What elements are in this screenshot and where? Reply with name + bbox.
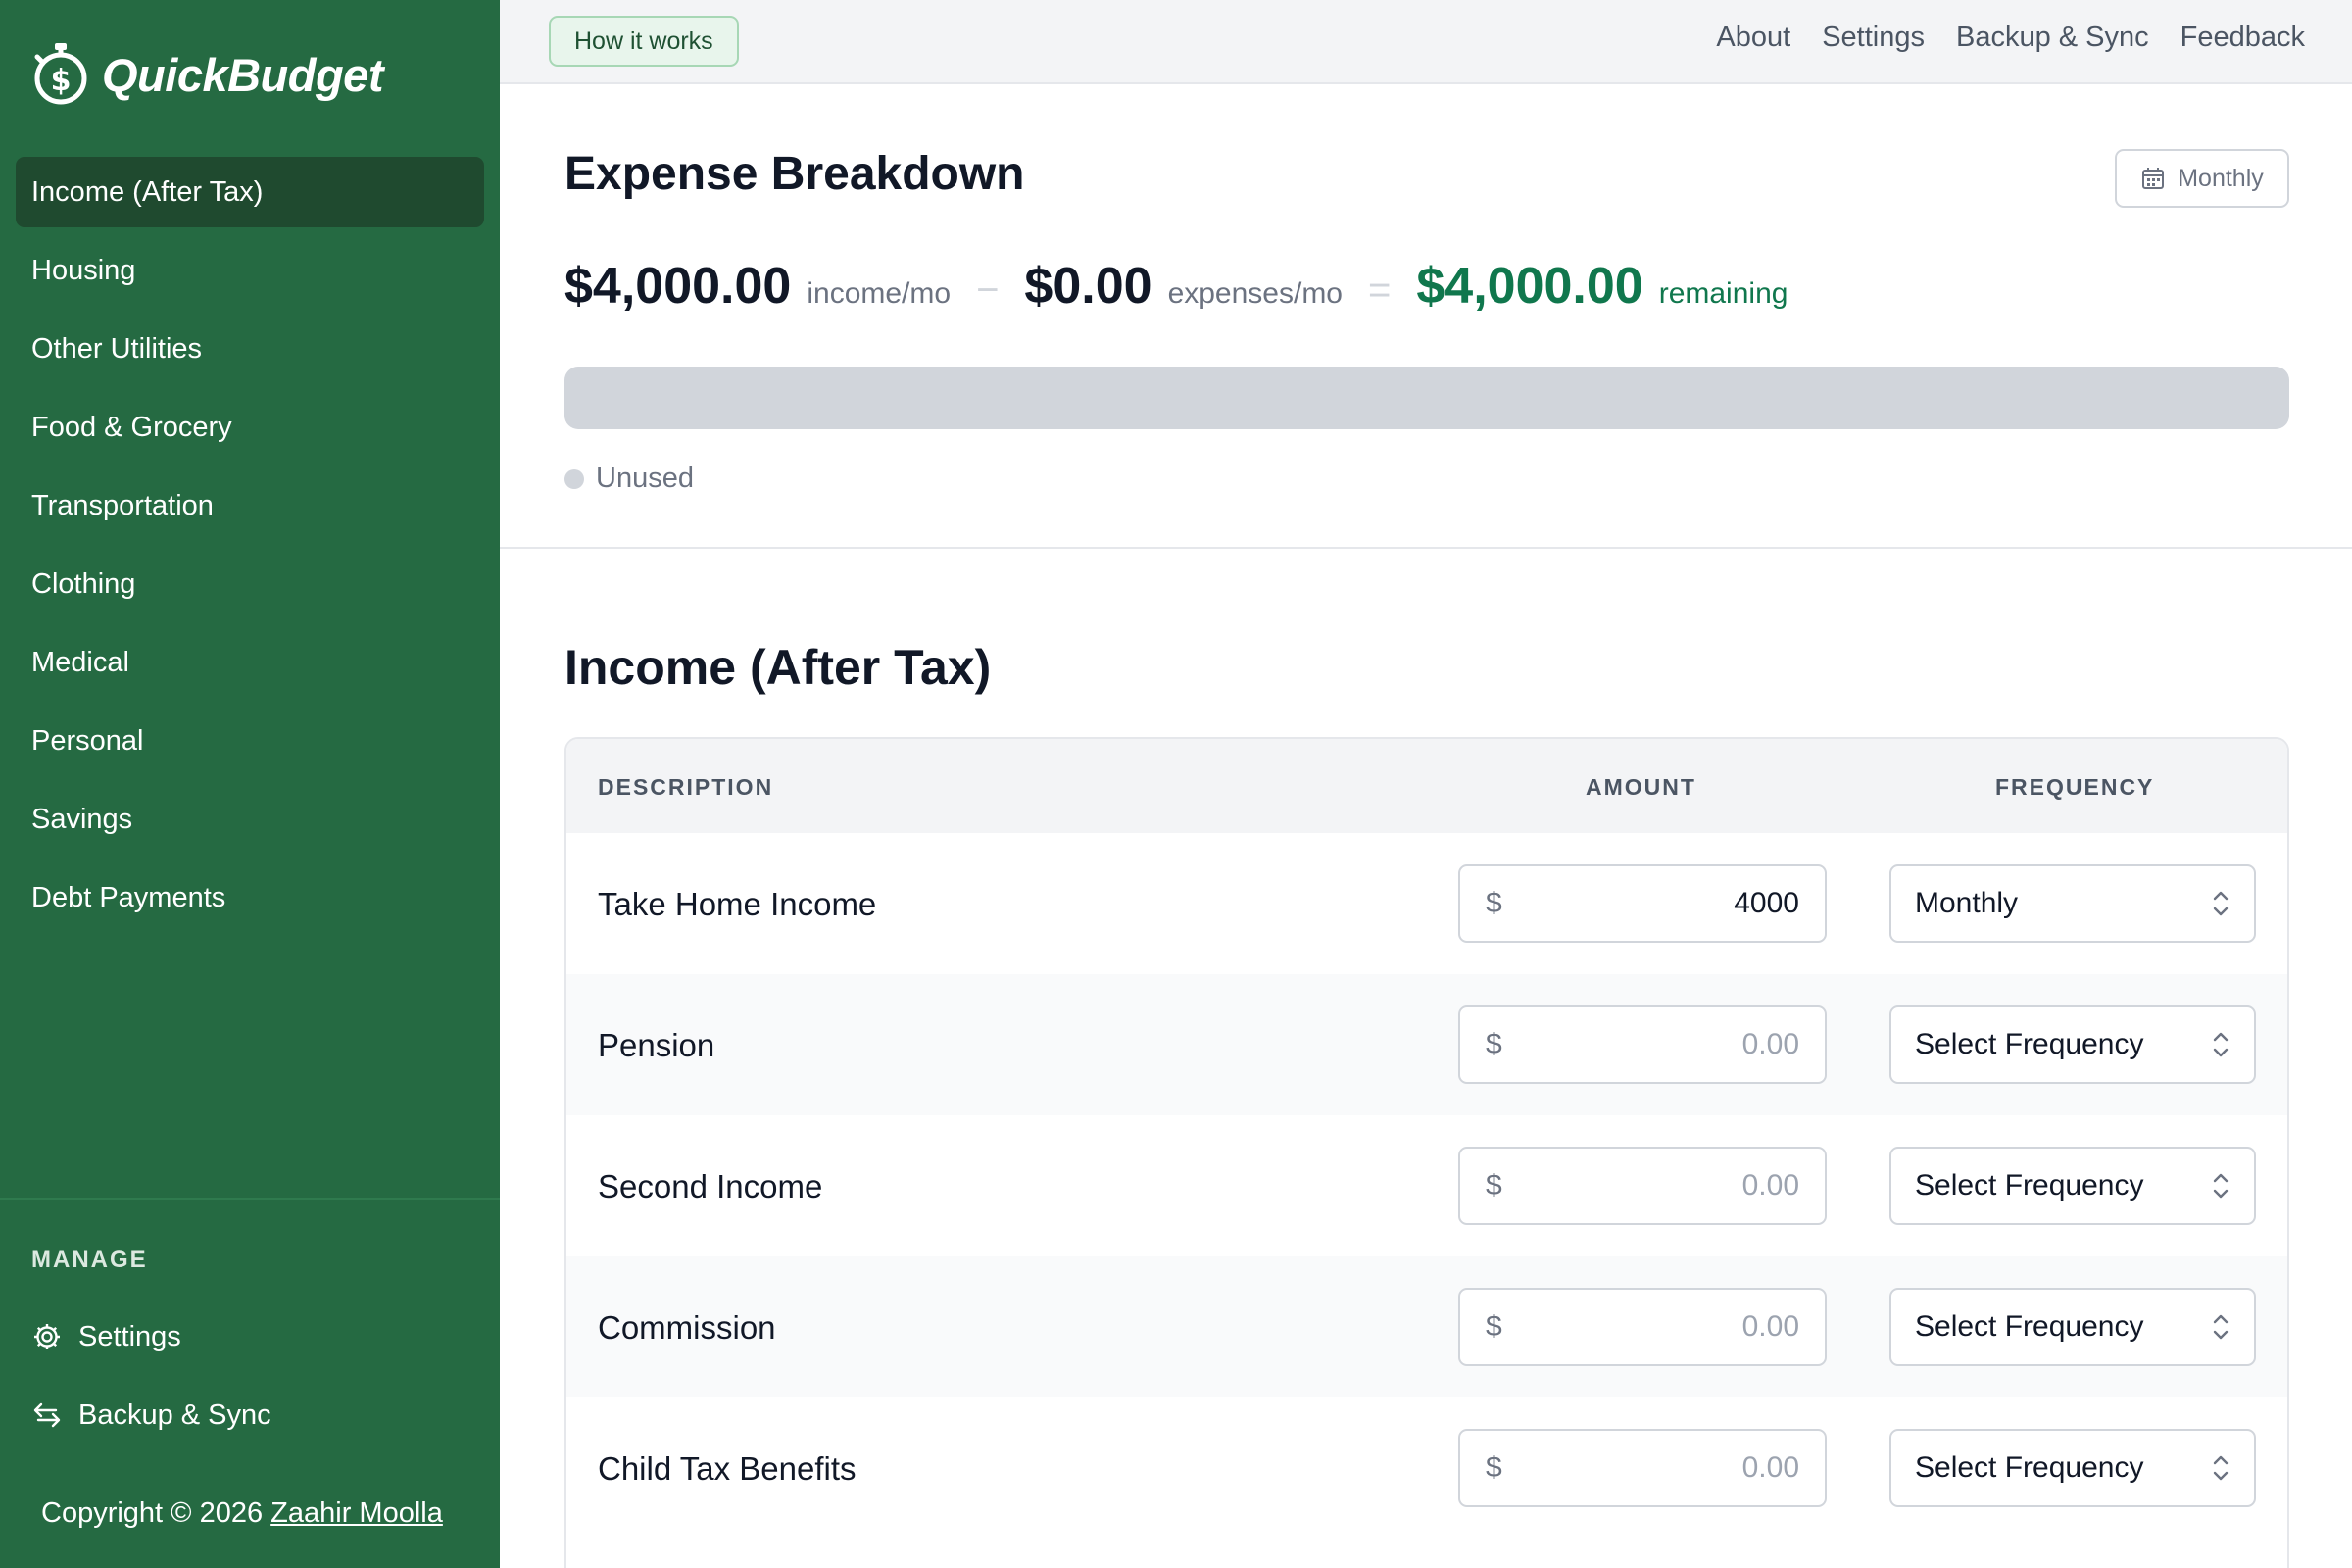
row-description: Second Income [598,1168,823,1204]
row-description: Pension [598,1027,715,1063]
unused-legend-dot [564,468,584,489]
sidebar-item-savings[interactable]: Savings [16,784,484,855]
row-description: Commission [598,1309,776,1346]
table-row: Child Tax Benefits $0.00 Select Frequency [566,1397,2287,1539]
period-label: Monthly [2178,164,2264,192]
nav-feedback-link[interactable]: Feedback [2180,22,2305,54]
currency-symbol: $ [1486,1451,1502,1484]
top-nav: About Settings Backup & Sync Feedback [1716,22,2305,54]
chevron-updown-icon [2213,1173,2229,1199]
how-it-works-button[interactable]: How it works [549,16,739,67]
top-bar: How it works About Settings Backup & Syn… [500,0,2352,84]
chevron-updown-icon [2213,1314,2229,1340]
manage-section-label: MANAGE [31,1247,148,1273]
frequency-select[interactable]: Monthly [1889,864,2256,943]
budget-usage-bar [564,367,2289,429]
frequency-select[interactable]: Select Frequency [1889,1288,2256,1366]
calendar-icon [2142,168,2165,189]
sidebar-item-debt-payments[interactable]: Debt Payments [16,862,484,933]
bar-legend: Unused [564,463,694,495]
expenses-unit: expenses/mo [1167,277,1343,310]
chevron-updown-icon [2213,1032,2229,1057]
author-link[interactable]: Zaahir Moolla [270,1497,443,1529]
copyright-text: Copyright © 2026 [41,1497,264,1529]
sidebar-item-transportation[interactable]: Transportation [16,470,484,541]
frequency-select[interactable]: Select Frequency [1889,1429,2256,1507]
breakdown-title: Expense Breakdown [564,148,1025,200]
remaining-unit: remaining [1658,277,1788,310]
currency-symbol: $ [1486,1169,1502,1201]
unused-legend-label: Unused [596,463,694,494]
sidebar-item-clothing[interactable]: Clothing [16,549,484,619]
period-selector-button[interactable]: Monthly [2115,149,2289,208]
frequency-value: Select Frequency [1915,1451,2144,1484]
sidebar-settings-label: Settings [78,1320,181,1352]
amount-value: 0.00 [1741,1169,1799,1201]
frequency-value: Select Frequency [1915,1028,2144,1060]
sidebar: $ QuickBudget Income (After Tax) Housing… [0,0,500,1568]
row-description: Child Tax Benefits [598,1450,857,1487]
sidebar-backup-link[interactable]: Backup & Sync [31,1394,271,1437]
brand[interactable]: $ QuickBudget [31,39,383,110]
sync-arrows-icon [33,1402,61,1428]
table-row: Commission $0.00 Select Frequency [566,1256,2287,1397]
equals-sign: = [1368,269,1392,312]
table-row: Second Income $0.00 Select Frequency [566,1115,2287,1256]
amount-input[interactable]: $0.00 [1458,1147,1827,1225]
sidebar-settings-link[interactable]: Settings [31,1315,181,1358]
table-header: DESCRIPTION AMOUNT FREQUENCY [566,739,2287,833]
nav-settings-link[interactable]: Settings [1822,22,1925,54]
currency-symbol: $ [1486,1028,1502,1060]
income-unit: income/mo [807,277,952,310]
currency-symbol: $ [1486,1310,1502,1343]
frequency-value: Monthly [1915,887,2019,919]
sidebar-item-food-grocery[interactable]: Food & Grocery [16,392,484,463]
sidebar-item-personal[interactable]: Personal [16,706,484,776]
income-table: DESCRIPTION AMOUNT FREQUENCY Take Home I… [564,737,2289,1568]
amount-input[interactable]: $0.00 [1458,1005,1827,1084]
frequency-select[interactable]: Select Frequency [1889,1005,2256,1084]
amount-input[interactable]: $4000 [1458,864,1827,943]
amount-value: 4000 [1734,887,1799,919]
frequency-value: Select Frequency [1915,1310,2144,1343]
frequency-value: Select Frequency [1915,1169,2144,1201]
table-row: Pension $0.00 Select Frequency [566,974,2287,1115]
income-total: $4,000.00 [564,258,792,315]
copyright: Copyright © 2026 Zaahir Moolla [41,1497,443,1530]
budget-summary: $4,000.00 income/mo − $0.00 expenses/mo … [564,257,1788,316]
stopwatch-dollar-icon: $ [34,43,87,105]
table-row: Take Home Income $4000 Monthly [566,833,2287,974]
amount-value: 0.00 [1741,1451,1799,1484]
row-description: Take Home Income [598,886,877,922]
nav-about-link[interactable]: About [1716,22,1790,54]
gear-icon [34,1324,60,1349]
svg-text:$: $ [51,64,72,98]
column-header-amount: AMOUNT [1586,774,1696,800]
frequency-select[interactable]: Select Frequency [1889,1147,2256,1225]
sidebar-divider [0,1198,500,1200]
minus-sign: − [976,269,1000,312]
sidebar-item-other-utilities[interactable]: Other Utilities [16,314,484,384]
amount-value: 0.00 [1741,1028,1799,1060]
currency-symbol: $ [1486,887,1502,919]
income-section-title: Income (After Tax) [564,640,992,695]
sidebar-item-medical[interactable]: Medical [16,627,484,698]
sidebar-item-housing[interactable]: Housing [16,235,484,306]
amount-value: 0.00 [1741,1310,1799,1343]
amount-input[interactable]: $0.00 [1458,1429,1827,1507]
chevron-updown-icon [2213,891,2229,916]
remaining-total: $4,000.00 [1416,258,1643,315]
sidebar-item-income[interactable]: Income (After Tax) [16,157,484,227]
column-header-description: DESCRIPTION [598,774,774,800]
table-body: Take Home Income $4000 Monthly Pension $0.00… [566,833,2287,1539]
app-name: QuickBudget [102,48,383,101]
nav-backup-sync-link[interactable]: Backup & Sync [1956,22,2149,54]
section-divider [500,547,2352,549]
chevron-updown-icon [2213,1455,2229,1481]
expenses-total: $0.00 [1024,258,1152,315]
amount-input[interactable]: $0.00 [1458,1288,1827,1366]
column-header-frequency: FREQUENCY [1995,774,2155,800]
sidebar-nav: Income (After Tax) Housing Other Utiliti… [16,157,484,941]
sidebar-backup-label: Backup & Sync [78,1398,271,1431]
